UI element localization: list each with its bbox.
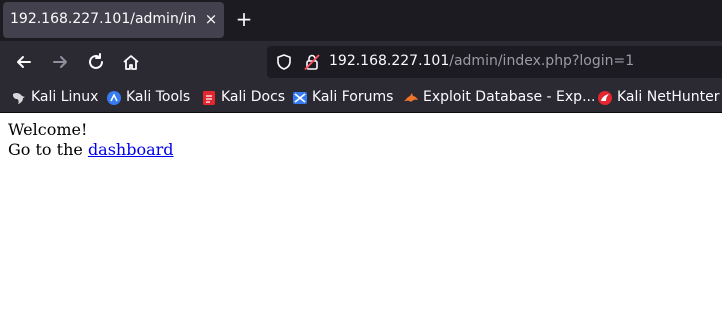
- dashboard-link[interactable]: dashboard: [88, 140, 174, 159]
- kali-docs-icon: [203, 91, 215, 105]
- bookmark-label: Kali NetHunter: [617, 89, 720, 105]
- url-bar[interactable]: 192.168.227.101/admin/index.php?login=1: [267, 46, 722, 78]
- url-host: 192.168.227.101: [329, 53, 450, 69]
- exploit-db-icon: [404, 93, 418, 102]
- tracking-protection-shield-icon[interactable]: [275, 53, 293, 71]
- kali-forums-icon: [293, 92, 307, 104]
- bookmark-label: Kali Forums: [312, 89, 394, 105]
- tab-title: 192.168.227.101/admin/index.php?login=1: [10, 11, 196, 27]
- close-tab-icon[interactable]: ×: [202, 10, 220, 28]
- url-text[interactable]: 192.168.227.101/admin/index.php?login=1: [329, 53, 634, 69]
- navigation-toolbar: 192.168.227.101/admin/index.php?login=1: [0, 41, 722, 84]
- bookmark-label: Kali Linux: [31, 89, 99, 105]
- insecure-connection-lock-icon[interactable]: [303, 53, 321, 71]
- kali-tools-icon: [107, 91, 121, 105]
- page-content: Welcome! Go to the dashboard: [8, 120, 174, 160]
- goto-line: Go to the dashboard: [8, 140, 174, 160]
- welcome-text: Welcome!: [8, 120, 88, 139]
- bookmark-label: Exploit Database - Exp...: [423, 89, 596, 105]
- bookmark-label: Kali Docs: [221, 89, 286, 105]
- url-path: /admin/index.php?login=1: [449, 53, 635, 69]
- active-tab[interactable]: 192.168.227.101/admin/index.php?login=1 …: [3, 2, 224, 38]
- nethunter-icon: [598, 91, 612, 105]
- new-tab-button[interactable]: +: [234, 8, 254, 30]
- tab-strip: 192.168.227.101/admin/index.php?login=1 …: [0, 0, 722, 41]
- home-icon[interactable]: [120, 51, 142, 73]
- goto-prefix-text: Go to the: [8, 140, 88, 159]
- reload-icon[interactable]: [85, 51, 107, 73]
- bookmark-label: Kali Tools: [126, 89, 191, 105]
- kali-dragon-icon: [13, 92, 25, 104]
- forward-arrow-icon[interactable]: [49, 51, 71, 73]
- back-arrow-icon[interactable]: [13, 51, 35, 73]
- bookmarks-toolbar: Kali Linux Kali Tools Kali Docs Kali For…: [0, 84, 722, 113]
